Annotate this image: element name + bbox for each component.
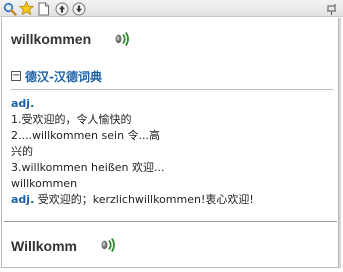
dictionary-title: 德汉-汉德词典: [25, 69, 102, 84]
collapse-toggle[interactable]: −: [11, 71, 21, 81]
page-icon[interactable]: [36, 1, 51, 16]
next-entry-word: Willkomm: [11, 238, 77, 254]
toolbar: [0, 0, 343, 17]
definition-line: 兴的: [11, 144, 327, 160]
definition-text: 受欢迎的；kerzlichwillkommen!衷心欢迎!: [34, 193, 254, 206]
favorite-star-icon[interactable]: [19, 1, 34, 16]
definition-line: 3.willkommen heißen 欢迎...: [11, 160, 327, 176]
definition-text: willkommen: [11, 177, 78, 190]
pin-icon[interactable]: [325, 1, 339, 15]
definition-text: 2....willkommen sein 令...高: [11, 129, 161, 142]
search-icon[interactable]: [2, 1, 17, 16]
definition-text: 1.受欢迎的，令人愉快的: [11, 113, 132, 126]
part-of-speech: adj.: [11, 97, 35, 110]
definition-line: 2....willkommen sein 令...高: [11, 128, 327, 144]
dictionary-divider: [11, 89, 333, 90]
panel-edge: [339, 18, 341, 268]
definition-block: adj. 1.受欢迎的，令人愉快的 2....willkommen sein 令…: [11, 96, 327, 208]
dictionary-header[interactable]: − 德汉-汉德词典: [11, 69, 102, 84]
entry-separator: [4, 221, 337, 222]
arrow-down-icon[interactable]: [71, 1, 86, 16]
definition-line: 1.受欢迎的，令人愉快的: [11, 112, 327, 128]
definition-line: adj. 受欢迎的；kerzlichwillkommen!衷心欢迎!: [11, 192, 327, 208]
definition-text: 3.willkommen heißen 欢迎...: [11, 161, 165, 174]
speaker-icon[interactable]: [113, 30, 131, 48]
entry-word: willkommen: [11, 31, 92, 47]
speaker-icon[interactable]: [99, 236, 117, 254]
arrow-up-icon[interactable]: [54, 1, 69, 16]
definition-text: 兴的: [11, 145, 33, 158]
part-of-speech: adj.: [11, 193, 35, 206]
definition-line: willkommen: [11, 176, 327, 192]
definition-line: adj.: [11, 96, 327, 112]
